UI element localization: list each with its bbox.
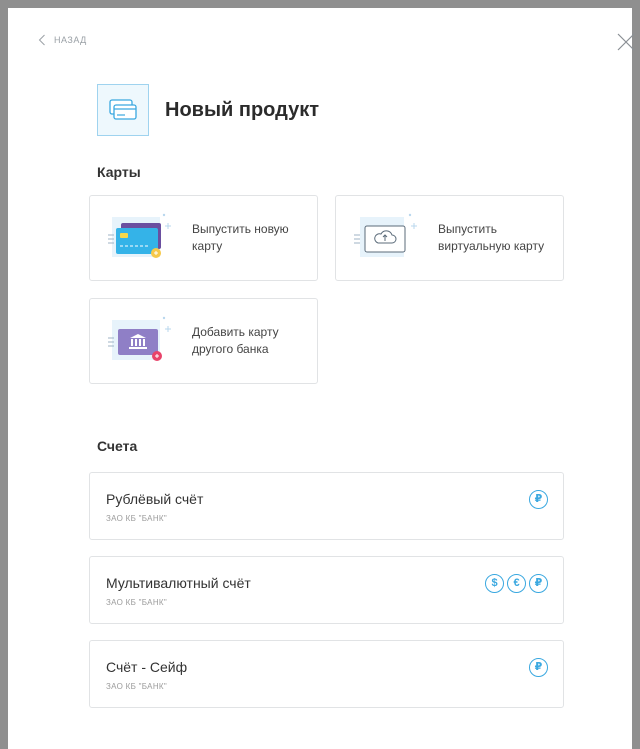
product-icon <box>97 84 149 136</box>
add-other-bank-card-tile[interactable]: Добавить карту другого банка <box>89 298 318 384</box>
issue-virtual-card-tile[interactable]: Выпустить виртуальную карту <box>335 195 564 281</box>
account-bank: ЗАО КБ "БАНК" <box>106 514 167 523</box>
account-bank: ЗАО КБ "БАНК" <box>106 598 167 607</box>
back-button[interactable]: НАЗАД <box>38 34 87 46</box>
ruble-icon: ₽ <box>529 490 548 509</box>
dollar-icon: $ <box>485 574 504 593</box>
account-bank: ЗАО КБ "БАНК" <box>106 682 167 691</box>
issue-new-card-label: Выпустить новую карту <box>192 222 289 253</box>
chevron-left-icon <box>38 34 45 46</box>
euro-icon: € <box>507 574 526 593</box>
account-item-multicurrency[interactable]: Мультивалютный счёт ЗАО КБ "БАНК" $ € ₽ <box>89 556 564 624</box>
account-name: Счёт - Сейф <box>106 659 188 675</box>
add-other-bank-card-label: Добавить карту другого банка <box>192 325 279 356</box>
virtual-card-illustration <box>348 195 428 281</box>
back-label: НАЗАД <box>54 35 87 45</box>
modal-frame: НАЗАД Новый продукт Карты Выпустить нову… <box>0 0 640 749</box>
currency-list: ₽ <box>529 490 548 509</box>
issue-new-card-tile[interactable]: Выпустить новую карту <box>89 195 318 281</box>
issue-virtual-card-label: Выпустить виртуальную карту <box>438 222 545 253</box>
close-icon[interactable] <box>617 33 635 51</box>
page-header: Новый продукт <box>97 84 319 136</box>
account-item-ruble[interactable]: Рублёвый счёт ЗАО КБ "БАНК" ₽ <box>89 472 564 540</box>
account-item-safe[interactable]: Счёт - Сейф ЗАО КБ "БАНК" ₽ <box>89 640 564 708</box>
new-card-illustration <box>102 195 182 281</box>
account-name: Рублёвый счёт <box>106 491 204 507</box>
currency-list: $ € ₽ <box>485 574 548 593</box>
cards-section-title: Карты <box>97 164 141 180</box>
bank-card-illustration <box>102 298 182 384</box>
accounts-section-title: Счета <box>97 438 138 454</box>
ruble-icon: ₽ <box>529 574 548 593</box>
currency-list: ₽ <box>529 658 548 677</box>
ruble-icon: ₽ <box>529 658 548 677</box>
page-title: Новый продукт <box>165 98 320 121</box>
account-name: Мультивалютный счёт <box>106 575 251 591</box>
